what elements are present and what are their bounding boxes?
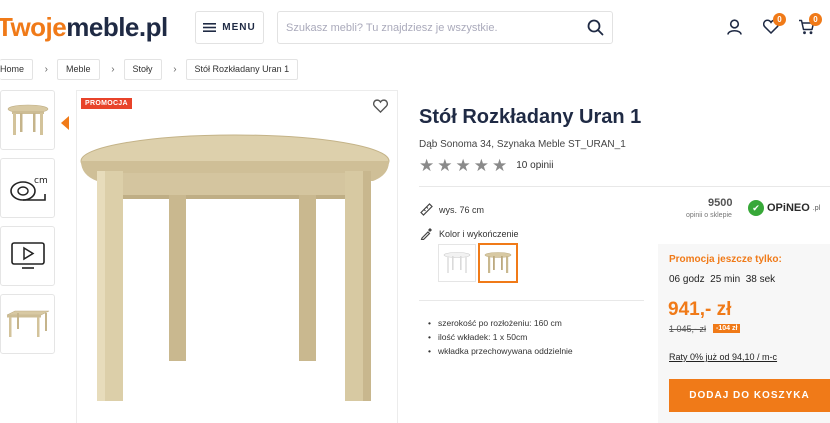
star-icon: ★ bbox=[437, 156, 453, 175]
opineo-caption: opinii o sklepie bbox=[686, 212, 732, 219]
height-label: wys. 76 cm bbox=[439, 204, 485, 215]
breadcrumb-item-current[interactable]: Stół Rozkładany Uran 1 bbox=[185, 58, 299, 80]
star-icon: ★ bbox=[492, 156, 508, 175]
feature-item: wkładka przechowywana oddzielnie bbox=[428, 346, 573, 356]
search-icon[interactable] bbox=[587, 19, 604, 36]
height-spec: wys. 76 cm bbox=[420, 203, 484, 216]
breadcrumb-item-home[interactable]: Home › bbox=[0, 58, 48, 80]
cart-count-badge: 0 bbox=[809, 13, 822, 26]
promo-countdown: 06 godz 25 min 38 sek bbox=[669, 274, 776, 285]
feature-list: szerokość po rozłożeniu: 160 cm ilość wk… bbox=[428, 318, 573, 360]
reviews-link[interactable]: 10 opinii bbox=[516, 160, 553, 171]
opineo-review-count[interactable]: 9500 bbox=[708, 197, 732, 209]
opineo-tld: .pl bbox=[812, 204, 821, 212]
opineo-brand: OPiNEO bbox=[767, 202, 810, 214]
search-input[interactable] bbox=[286, 12, 566, 43]
feature-item: szerokość po rozłożeniu: 160 cm bbox=[428, 318, 573, 328]
table-thumbnail-image bbox=[7, 104, 48, 135]
chevron-right-icon: › bbox=[44, 63, 49, 75]
add-to-cart-button[interactable]: DODAJ DO KOSZYKA bbox=[669, 379, 830, 412]
sonoma-table-swatch-image bbox=[484, 252, 512, 273]
ruler-icon bbox=[420, 203, 433, 216]
star-icon: ★ bbox=[455, 156, 471, 175]
chevron-right-icon: › bbox=[173, 63, 177, 75]
current-price: 941,- zł bbox=[668, 299, 732, 320]
breadcrumb: Home › Meble › Stoły › Stół Rozkładany Uran… bbox=[0, 58, 830, 80]
product-main-image[interactable]: PROMOCJA bbox=[76, 90, 398, 423]
breadcrumb-label: Meble bbox=[66, 64, 91, 74]
search-box bbox=[277, 11, 613, 44]
thumbnail-list: cm bbox=[0, 90, 62, 362]
table-extended-thumbnail-image bbox=[6, 310, 49, 337]
discount-badge: -104 zł bbox=[713, 324, 741, 333]
color-label: Kolor i wykończenie bbox=[439, 228, 519, 239]
site-header: Twojemeble.pl MENU 0 0 bbox=[0, 0, 830, 58]
divider bbox=[419, 186, 830, 187]
dimensions-icon: cm bbox=[9, 176, 48, 201]
thumbnail-table-extended[interactable] bbox=[0, 294, 55, 354]
divider bbox=[419, 300, 644, 301]
breadcrumb-label: Stół Rozkładany Uran 1 bbox=[194, 64, 290, 74]
site-logo[interactable]: Twojemeble.pl bbox=[0, 12, 168, 43]
installments-link[interactable]: Raty 0% już od 94,10 / m-c bbox=[669, 352, 777, 362]
breadcrumb-label: Home bbox=[0, 64, 25, 74]
logo-part-1: Twoje bbox=[0, 12, 67, 42]
star-icon: ★ bbox=[419, 156, 435, 175]
color-picker-icon bbox=[420, 228, 432, 240]
chevron-right-icon: › bbox=[111, 63, 115, 75]
thumbnail-selected-indicator bbox=[61, 116, 69, 130]
thumbnail-video[interactable] bbox=[0, 226, 55, 286]
color-swatch-sonoma[interactable] bbox=[478, 243, 518, 283]
heart-icon[interactable] bbox=[373, 99, 388, 113]
user-icon[interactable] bbox=[727, 19, 742, 35]
wishlist-button[interactable]: 0 bbox=[762, 13, 786, 39]
svg-text:cm: cm bbox=[34, 176, 48, 186]
color-swatch-white[interactable] bbox=[438, 244, 476, 282]
promo-badge: PROMOCJA bbox=[81, 98, 132, 109]
promo-heading: Promocja jeszcze tylko: bbox=[669, 254, 782, 265]
color-spec: Kolor i wykończenie bbox=[420, 227, 519, 240]
opineo-logo[interactable]: ✔ OPiNEO .pl bbox=[748, 200, 820, 216]
breadcrumb-item-stoly[interactable]: Stoły › bbox=[123, 58, 177, 80]
logo-part-2: meble.pl bbox=[66, 12, 168, 42]
menu-label: MENU bbox=[222, 22, 256, 33]
thumbnail-dimensions[interactable]: cm bbox=[0, 158, 55, 218]
wishlist-count-badge: 0 bbox=[773, 13, 786, 26]
rating[interactable]: ★ ★ ★ ★ ★ 10 opinii bbox=[419, 157, 554, 174]
hamburger-icon bbox=[203, 23, 217, 32]
product-title: Stół Rozkładany Uran 1 bbox=[419, 106, 642, 128]
white-table-swatch-image bbox=[443, 252, 471, 273]
video-icon bbox=[10, 242, 45, 269]
menu-button[interactable]: MENU bbox=[195, 11, 264, 44]
check-icon: ✔ bbox=[748, 200, 764, 216]
product-subtitle: Dąb Sonoma 34, Szynaka Meble ST_URAN_1 bbox=[419, 139, 626, 150]
breadcrumb-item-meble[interactable]: Meble › bbox=[57, 58, 115, 80]
feature-item: ilość wkładek: 1 x 50cm bbox=[428, 332, 573, 342]
cart-button[interactable]: 0 bbox=[798, 13, 822, 40]
old-price: 1 045,- zł bbox=[669, 324, 707, 334]
table-product-image bbox=[80, 134, 390, 401]
breadcrumb-label: Stoły bbox=[132, 64, 153, 74]
star-icon: ★ bbox=[473, 156, 489, 175]
thumbnail-table-photo[interactable] bbox=[0, 90, 55, 150]
